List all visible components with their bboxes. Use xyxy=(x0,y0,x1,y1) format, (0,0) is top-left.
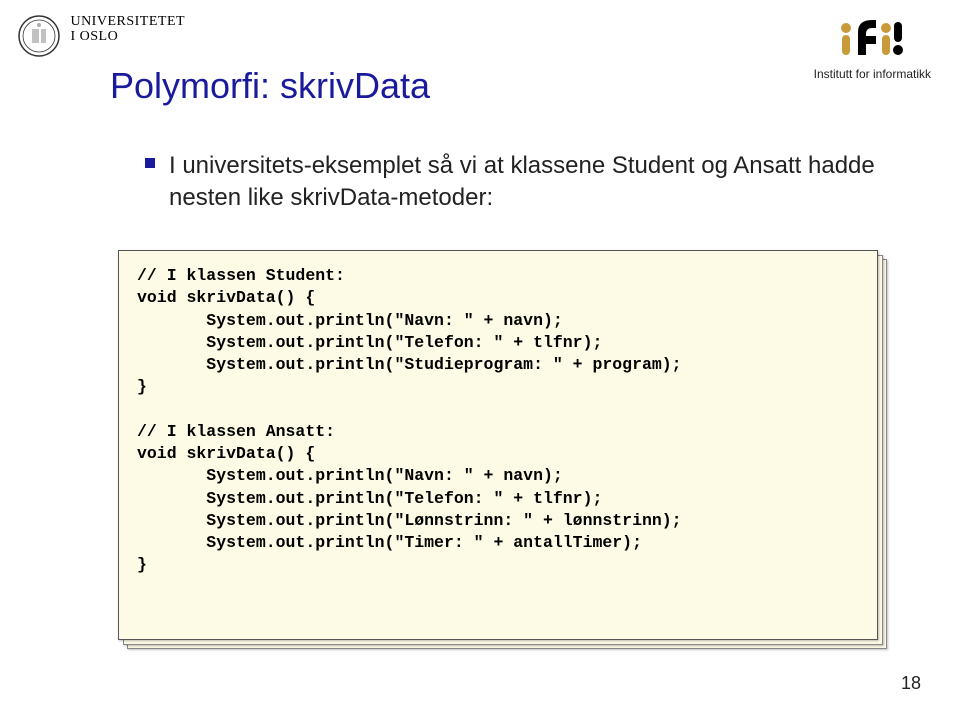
bullet-item: I universitets-eksemplet så vi at klasse… xyxy=(145,150,889,215)
code-box: // I klassen Student: void skrivData() {… xyxy=(118,250,878,640)
uio-logo: UNIVERSITETET I OSLO xyxy=(18,15,185,62)
ifi-logo: Institutt for informatikk xyxy=(814,20,931,81)
code-block-stack: // I klassen Student: void skrivData() {… xyxy=(118,250,878,640)
ifi-subtitle: Institutt for informatikk xyxy=(814,67,931,81)
uio-line2: I OSLO xyxy=(70,30,185,45)
bullet-text: I universitets-eksemplet så vi at klasse… xyxy=(169,150,889,215)
uio-wordmark: UNIVERSITETET I OSLO xyxy=(70,15,185,44)
ifi-logo-icon xyxy=(836,47,908,64)
uio-line1: UNIVERSITETET xyxy=(70,15,185,30)
bullet-square-icon xyxy=(145,158,155,168)
uio-seal-icon xyxy=(18,15,60,62)
slide: UNIVERSITETET I OSLO Institutt for infor… xyxy=(0,0,959,714)
slide-title: Polymorfi: skrivData xyxy=(110,65,430,107)
page-number: 18 xyxy=(901,673,921,694)
